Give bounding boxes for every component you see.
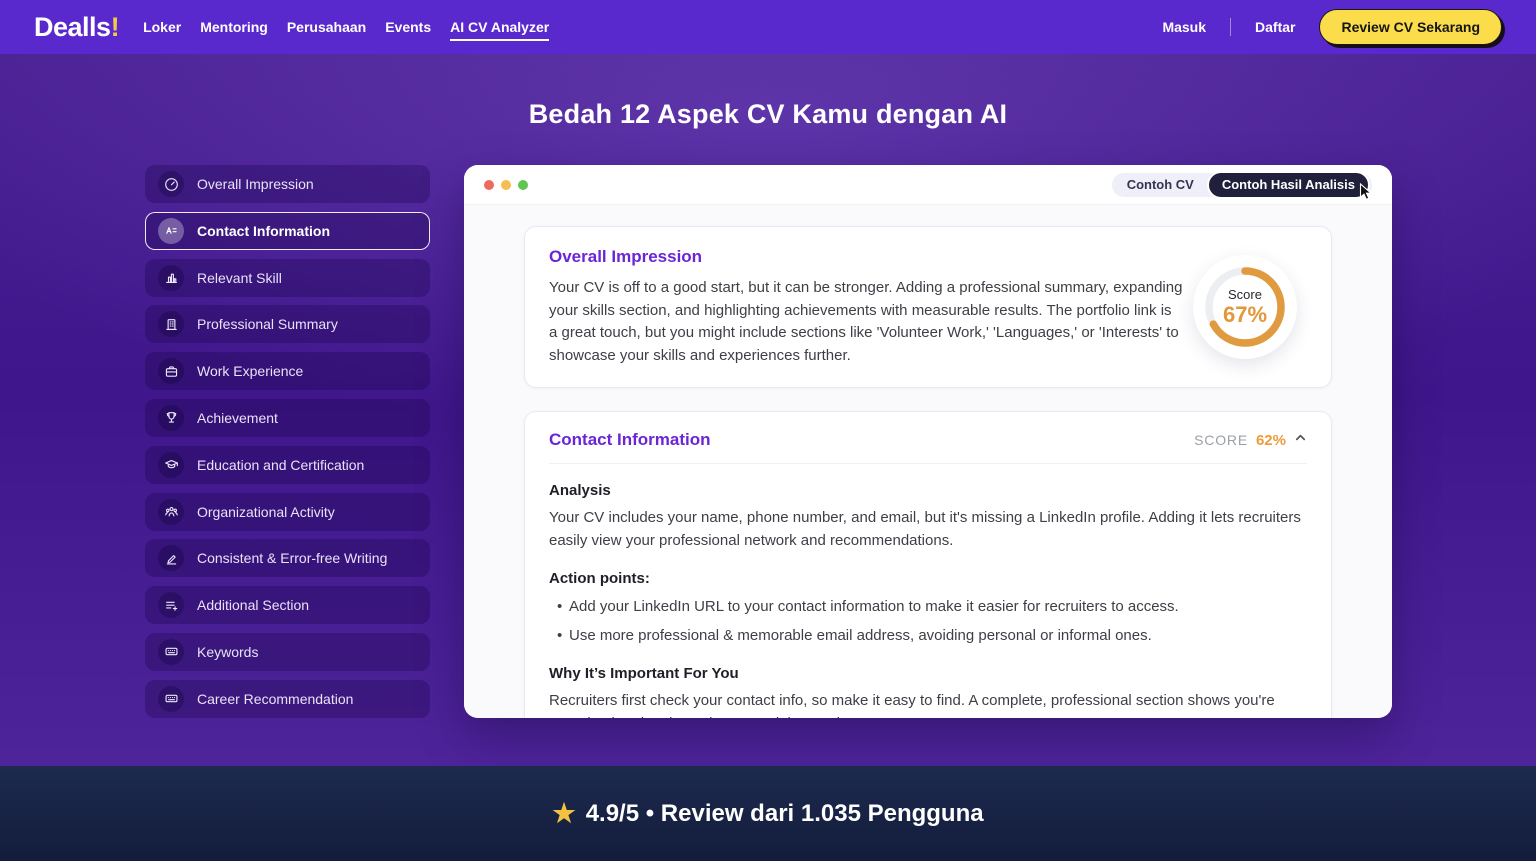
sidebar-item-professional-summary[interactable]: Professional Summary [145, 305, 430, 343]
sidebar-item-label: Additional Section [197, 597, 309, 613]
action-point: Add your LinkedIn URL to your contact in… [549, 596, 1307, 619]
footer-review-text: 4.9/5 • Review dari 1.035 Pengguna [586, 800, 984, 828]
sidebar-item-work-experience[interactable]: Work Experience [145, 352, 430, 390]
mouse-cursor-icon [1359, 183, 1375, 206]
overall-impression-body: Your CV is off to a good start, but it c… [549, 277, 1183, 367]
contact-information-card: Contact Information SCORE 62% Analysis Y… [524, 411, 1332, 718]
sidebar-item-education-and-certification[interactable]: Education and Certification [145, 446, 430, 484]
sidebar-item-label: Organizational Activity [197, 504, 335, 520]
analysis-preview-window: Contoh CV Contoh Hasil Analisis Overall … [464, 165, 1392, 718]
graduation-cap-icon [158, 452, 184, 478]
sidebar-item-label: Relevant Skill [197, 270, 282, 286]
maximize-window-icon [518, 180, 528, 190]
bar-chart-icon [158, 265, 184, 291]
briefcase-icon [158, 358, 184, 384]
hero-section: Bedah 12 Aspek CV Kamu dengan AI Overall… [0, 54, 1536, 766]
analysis-heading: Analysis [549, 482, 1307, 499]
sidebar-item-organizational-activity[interactable]: Organizational Activity [145, 493, 430, 531]
sidebar-item-contact-information[interactable]: Contact Information [145, 212, 430, 250]
top-navbar: Dealls! Loker Mentoring Perusahaan Event… [0, 0, 1536, 54]
building-icon [158, 311, 184, 337]
sidebar-item-label: Overall Impression [197, 176, 314, 192]
sidebar-item-label: Achievement [197, 410, 278, 426]
nav-item-events[interactable]: Events [385, 13, 431, 41]
tab-contoh-hasil-analisis[interactable]: Contoh Hasil Analisis [1207, 171, 1370, 199]
overall-impression-title: Overall Impression [549, 247, 1183, 267]
sidebar-item-label: Consistent & Error-free Writing [197, 550, 387, 566]
id-card-icon [158, 218, 184, 244]
traffic-lights [484, 180, 528, 190]
contact-score-value: 62% [1256, 432, 1286, 449]
chevron-up-icon [1294, 431, 1307, 449]
gauge-icon [158, 171, 184, 197]
nav-item-ai-cv-analyzer[interactable]: AI CV Analyzer [450, 13, 549, 41]
score-value: 67% [1223, 302, 1267, 328]
nav-item-perusahaan[interactable]: Perusahaan [287, 13, 366, 41]
keyboard-icon [158, 686, 184, 712]
why-important-body: Recruiters first check your contact info… [549, 690, 1307, 718]
sidebar-item-label: Work Experience [197, 363, 303, 379]
nav-item-loker[interactable]: Loker [143, 13, 181, 41]
sidebar-item-career-recommendation[interactable]: Career Recommendation [145, 680, 430, 718]
trophy-icon [158, 405, 184, 431]
list-plus-icon [158, 592, 184, 618]
sidebar-item-overall-impression[interactable]: Overall Impression [145, 165, 430, 203]
sidebar-item-achievement[interactable]: Achievement [145, 399, 430, 437]
star-icon: ★ [552, 798, 575, 829]
score-label: Score [1223, 287, 1267, 302]
pencil-icon [158, 545, 184, 571]
nav-divider [1230, 18, 1231, 36]
sidebar-item-relevant-skill[interactable]: Relevant Skill [145, 259, 430, 297]
nav-right: Masuk Daftar Review CV Sekarang [1162, 9, 1502, 45]
aspect-sidebar: Overall Impression Contact Information R… [145, 165, 430, 718]
review-footer: ★ 4.9/5 • Review dari 1.035 Pengguna [0, 766, 1536, 861]
contact-score-toggle[interactable]: SCORE 62% [1194, 431, 1307, 449]
sidebar-item-label: Contact Information [197, 223, 330, 239]
daftar-link[interactable]: Daftar [1255, 19, 1295, 35]
masuk-link[interactable]: Masuk [1162, 19, 1206, 35]
action-points-list: Add your LinkedIn URL to your contact in… [549, 596, 1307, 647]
tab-contoh-cv[interactable]: Contoh CV [1114, 177, 1207, 192]
minimize-window-icon [501, 180, 511, 190]
sidebar-item-additional-section[interactable]: Additional Section [145, 586, 430, 624]
page-title: Bedah 12 Aspek CV Kamu dengan AI [0, 99, 1536, 130]
why-important-heading: Why It’s Important For You [549, 665, 1307, 682]
sidebar-item-label: Keywords [197, 644, 258, 660]
sidebar-item-consistent-error-free-writing[interactable]: Consistent & Error-free Writing [145, 539, 430, 577]
window-header: Contoh CV Contoh Hasil Analisis [464, 165, 1392, 205]
contact-information-title: Contact Information [549, 430, 711, 450]
dealls-logo[interactable]: Dealls! [34, 12, 119, 43]
action-point: Use more professional & memorable email … [549, 625, 1307, 648]
sidebar-item-label: Education and Certification [197, 457, 364, 473]
nav-item-mentoring[interactable]: Mentoring [200, 13, 268, 41]
score-gauge: Score 67% [1193, 255, 1297, 359]
analysis-body: Your CV includes your name, phone number… [549, 507, 1307, 552]
sidebar-item-keywords[interactable]: Keywords [145, 633, 430, 671]
sidebar-item-label: Professional Summary [197, 316, 338, 332]
nav-links: Loker Mentoring Perusahaan Events AI CV … [143, 13, 549, 41]
sidebar-item-label: Career Recommendation [197, 691, 353, 707]
contact-score-label: SCORE [1194, 432, 1248, 448]
action-points-heading: Action points: [549, 570, 1307, 587]
overall-impression-card: Overall Impression Your CV is off to a g… [524, 226, 1332, 388]
keyboard-icon [158, 639, 184, 665]
users-icon [158, 499, 184, 525]
review-cv-button[interactable]: Review CV Sekarang [1319, 9, 1502, 45]
analysis-content: Overall Impression Your CV is off to a g… [464, 205, 1392, 718]
close-window-icon [484, 180, 494, 190]
preview-tab-group: Contoh CV Contoh Hasil Analisis [1112, 173, 1372, 197]
